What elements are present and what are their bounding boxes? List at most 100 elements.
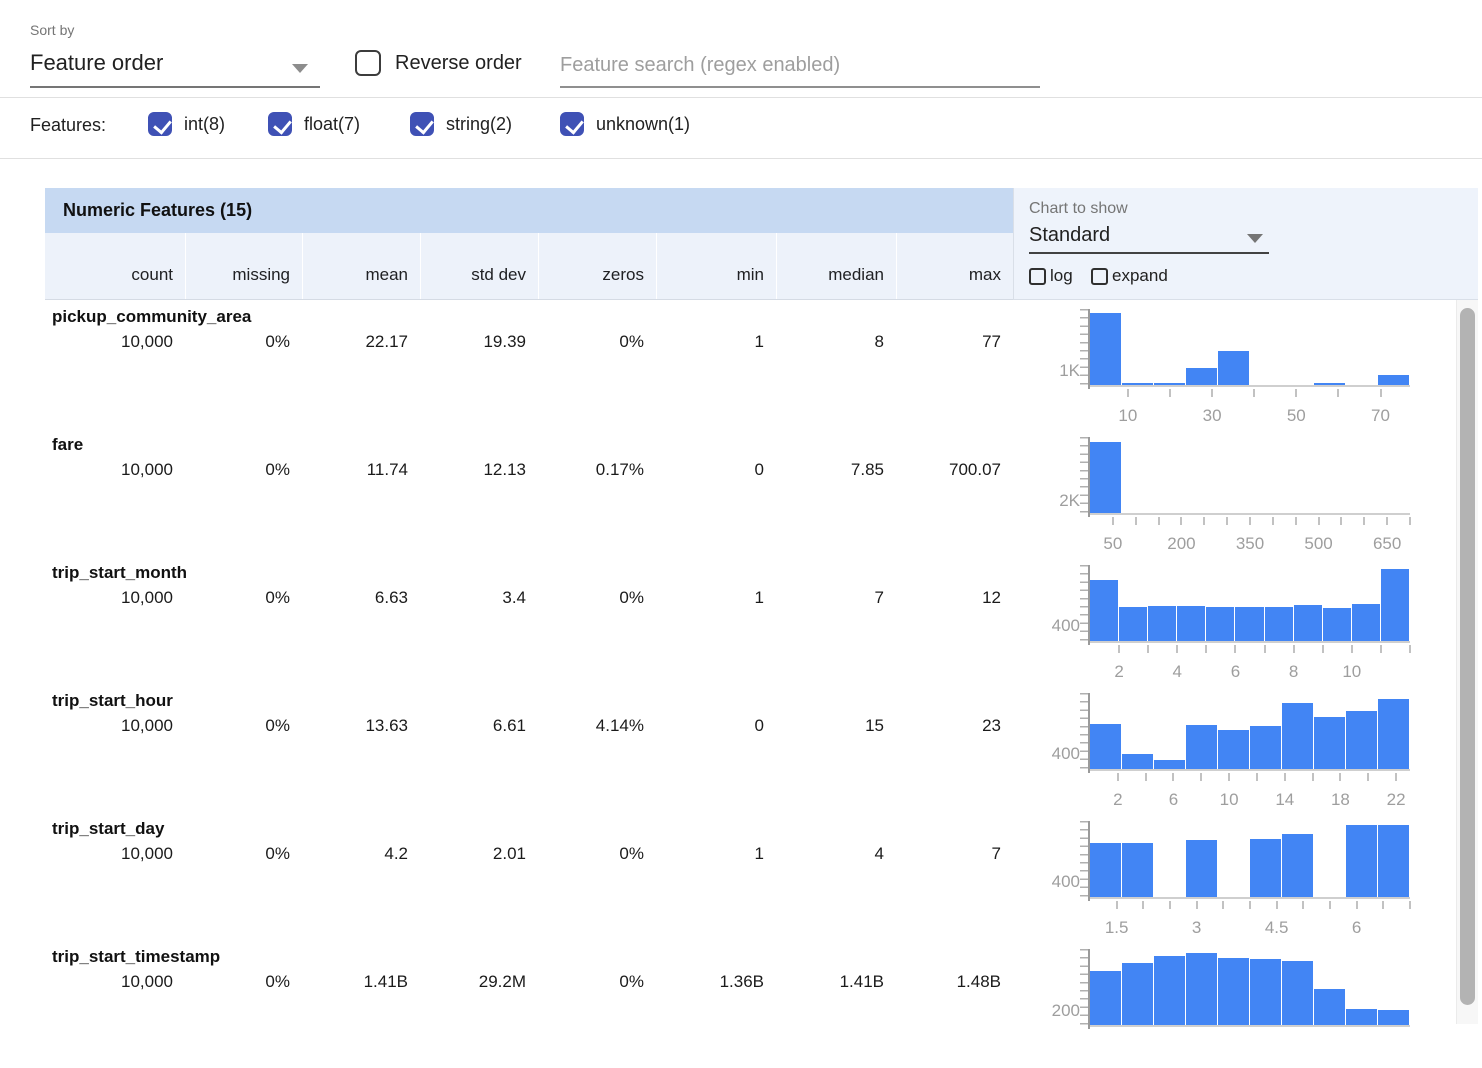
histogram-bar[interactable] (1250, 726, 1281, 769)
x-axis-tick (1293, 645, 1295, 653)
x-axis-tick (1203, 517, 1205, 525)
histogram-bar[interactable] (1090, 442, 1121, 513)
x-axis-tick (1264, 645, 1266, 653)
histogram-bar[interactable] (1378, 825, 1409, 897)
histogram-bar[interactable] (1177, 606, 1205, 641)
histogram-bar[interactable] (1250, 839, 1281, 897)
column-header-stddev: std dev (420, 233, 538, 299)
histogram-bar[interactable] (1378, 1010, 1409, 1025)
histogram-bar[interactable] (1122, 843, 1153, 897)
stat-max: 1.48B (896, 972, 1013, 992)
histogram-bar[interactable] (1346, 1009, 1377, 1025)
histogram-bar[interactable] (1154, 383, 1185, 385)
filter-float[interactable]: float(7) (268, 112, 360, 136)
int-checkbox[interactable] (148, 112, 172, 136)
column-header-max: max (896, 233, 1013, 299)
histogram-bar[interactable] (1090, 843, 1121, 897)
float-checkbox[interactable] (268, 112, 292, 136)
histogram-plot[interactable] (1090, 568, 1410, 643)
histogram-bar[interactable] (1218, 958, 1249, 1025)
sort-by-dropdown[interactable]: Feature order (30, 46, 320, 88)
histogram-bar[interactable] (1186, 840, 1217, 897)
unknown-checkbox[interactable] (560, 112, 584, 136)
chart-type-dropdown[interactable]: Standard (1029, 222, 1269, 254)
histogram-bar[interactable] (1090, 724, 1121, 769)
numeric-features-header: Numeric Features (15) (45, 188, 1013, 233)
x-axis-tick (1351, 645, 1353, 653)
feature-search-input[interactable] (560, 44, 1040, 88)
histogram-bar[interactable] (1250, 959, 1281, 1025)
histogram-bar[interactable] (1090, 313, 1121, 385)
histogram-bar[interactable] (1378, 699, 1409, 769)
x-axis-tick (1200, 773, 1202, 781)
log-scale-control[interactable]: log (1029, 266, 1073, 286)
feature-name: trip_start_month (52, 563, 187, 583)
histogram-bar[interactable] (1206, 607, 1234, 641)
histogram-bar[interactable] (1282, 834, 1313, 897)
histogram-plot[interactable] (1090, 440, 1410, 515)
y-axis-label: 400 (1040, 616, 1080, 636)
x-axis-tick (1356, 901, 1358, 909)
histogram-bar[interactable] (1186, 725, 1217, 769)
x-axis-tick (1256, 773, 1258, 781)
stat-max: 700.07 (896, 460, 1013, 480)
histogram-bar[interactable] (1090, 971, 1121, 1025)
histogram-bar[interactable] (1122, 963, 1153, 1025)
histogram-bar[interactable] (1314, 989, 1345, 1025)
histogram-plot[interactable] (1090, 952, 1410, 1027)
histogram-bar[interactable] (1154, 760, 1185, 769)
histogram-bar[interactable] (1186, 368, 1217, 385)
histogram-bar[interactable] (1294, 605, 1322, 641)
histogram-bar[interactable] (1122, 754, 1153, 769)
histogram-bar[interactable] (1346, 711, 1377, 769)
x-axis-tick (1367, 773, 1369, 781)
chart-type-value: Standard (1029, 224, 1110, 247)
string-checkbox[interactable] (410, 112, 434, 136)
stat-mean: 13.63 (302, 716, 420, 736)
histogram-plot[interactable] (1090, 696, 1410, 771)
histogram-bar[interactable] (1282, 703, 1313, 769)
y-axis-label: 200 (1040, 1001, 1080, 1021)
histogram-bar[interactable] (1314, 717, 1345, 769)
histogram-bar[interactable] (1122, 383, 1153, 385)
histogram-bar[interactable] (1323, 608, 1351, 641)
histogram-bar[interactable] (1148, 606, 1176, 641)
log-checkbox[interactable] (1029, 268, 1046, 285)
expand-checkbox[interactable] (1091, 268, 1108, 285)
histogram-trip_start_timestamp: 200 (1040, 952, 1440, 1068)
reverse-order-checkbox[interactable] (355, 50, 381, 76)
histogram-bar[interactable] (1090, 580, 1118, 641)
histogram-plot[interactable] (1090, 824, 1410, 899)
histogram-bar[interactable] (1235, 607, 1263, 641)
x-axis-tick (1226, 517, 1228, 525)
histogram-bar[interactable] (1282, 961, 1313, 1025)
histogram-bar[interactable] (1218, 351, 1249, 385)
filter-int[interactable]: int(8) (148, 112, 225, 136)
x-axis-tick (1135, 517, 1137, 525)
histogram-bar[interactable] (1265, 607, 1293, 641)
x-axis-tick (1295, 517, 1297, 525)
filter-string[interactable]: string(2) (410, 112, 512, 136)
x-axis-tick (1380, 389, 1382, 397)
chart-to-show-label: Chart to show (1029, 200, 1128, 218)
vertical-scrollbar-thumb[interactable] (1460, 308, 1475, 1005)
histogram-bar[interactable] (1381, 569, 1409, 641)
histogram-bar[interactable] (1119, 607, 1147, 641)
stat-count: 10,000 (45, 332, 185, 352)
histogram-bar[interactable] (1352, 604, 1380, 641)
x-axis-tick (1249, 517, 1251, 525)
expand-control[interactable]: expand (1091, 266, 1168, 286)
x-axis-tick-label: 2 (1114, 662, 1123, 682)
stat-mean: 6.63 (302, 588, 420, 608)
histogram-bar[interactable] (1218, 730, 1249, 769)
histogram-bar[interactable] (1186, 953, 1217, 1025)
filter-unknown[interactable]: unknown(1) (560, 112, 690, 136)
histogram-bar[interactable] (1154, 956, 1185, 1025)
histogram-bar[interactable] (1346, 825, 1377, 897)
histogram-bar[interactable] (1378, 375, 1409, 385)
reverse-order-control[interactable]: Reverse order (355, 50, 522, 76)
stat-missing: 0% (185, 588, 302, 608)
stat-stddev: 29.2M (420, 972, 538, 992)
histogram-plot[interactable] (1090, 312, 1410, 387)
histogram-bar[interactable] (1314, 383, 1345, 385)
